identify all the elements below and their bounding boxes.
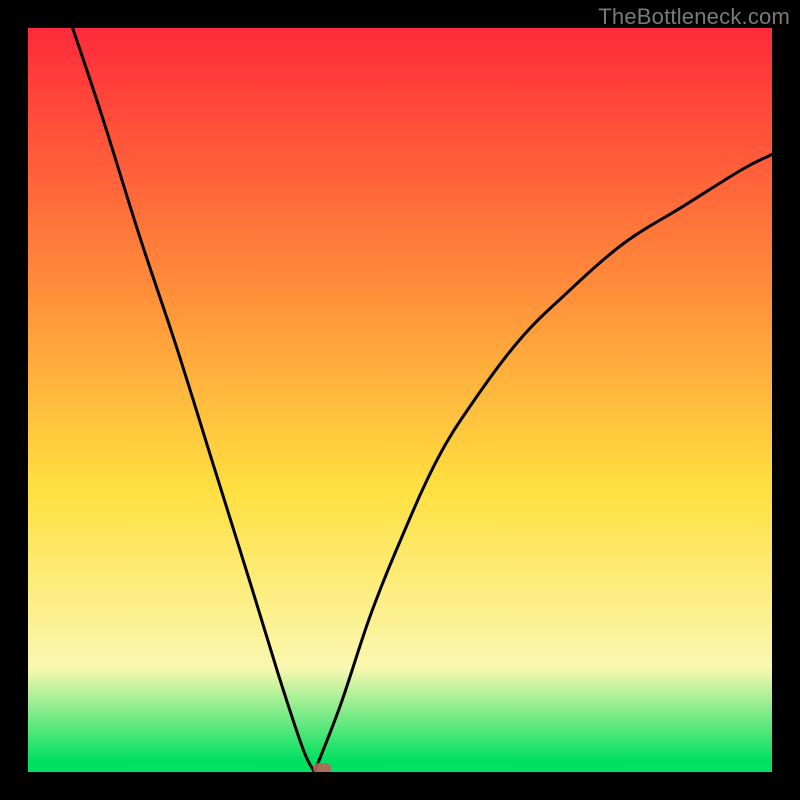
watermark-text: TheBottleneck.com <box>598 4 790 30</box>
optimal-marker <box>313 763 331 773</box>
plot-area <box>28 28 772 772</box>
background-gradient <box>28 28 772 772</box>
chart-frame: TheBottleneck.com <box>0 0 800 800</box>
